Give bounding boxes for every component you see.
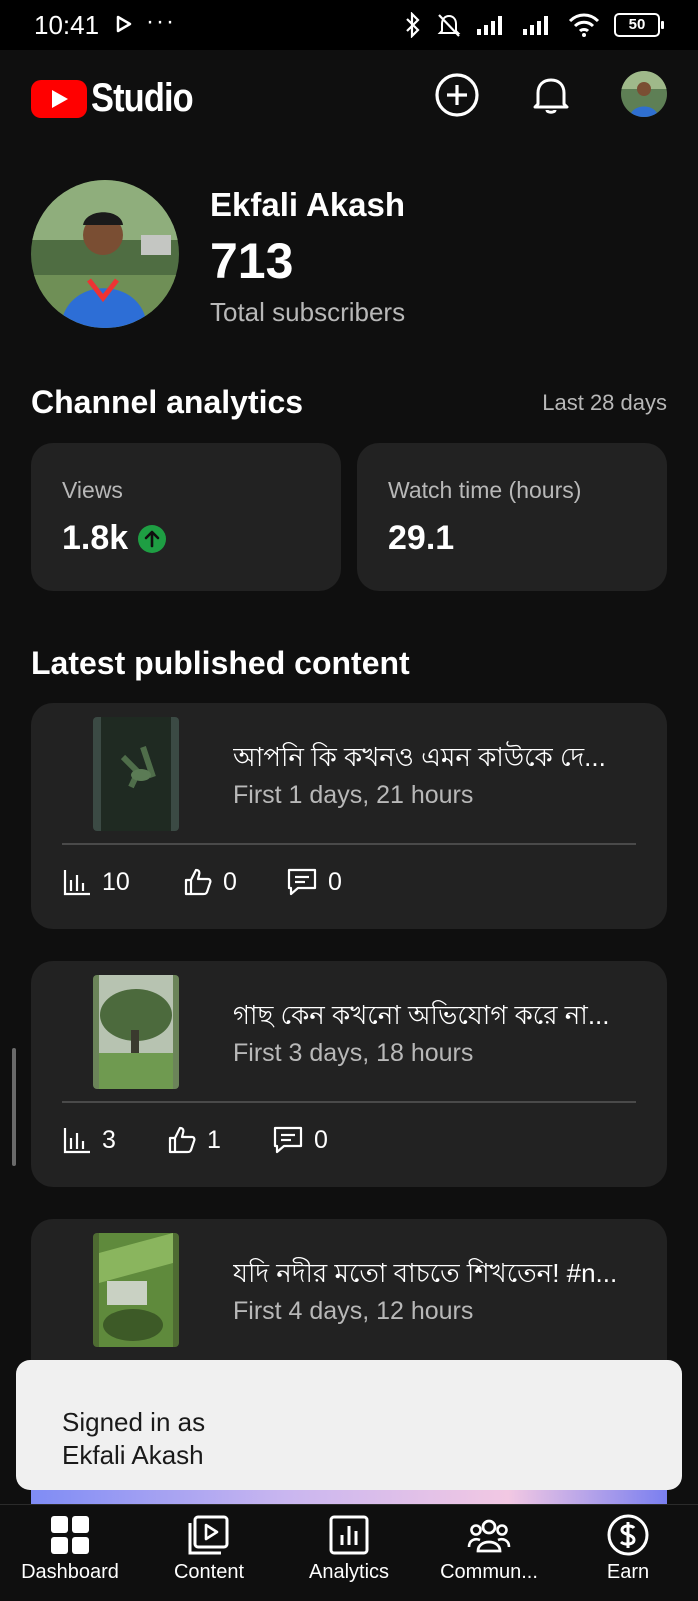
nav-dashboard[interactable]: Dashboard <box>0 1513 140 1584</box>
likes-metric: 1 <box>167 1125 221 1155</box>
video-thumbnail[interactable] <box>93 975 179 1089</box>
nav-content[interactable]: Content <box>139 1513 279 1584</box>
content-item[interactable]: আপনি কি কখনও এমন কাউকে দে... First 1 day… <box>31 703 667 929</box>
comment-icon <box>273 1126 303 1154</box>
comments-count: 0 <box>314 1125 328 1154</box>
content-title: গাছ কেন কখনো অভিযোগ করে না... <box>233 1000 610 1030</box>
content-age: First 3 days, 18 hours <box>233 1039 474 1067</box>
nav-earn[interactable]: Earn <box>558 1513 698 1584</box>
comments-metric: 0 <box>272 1125 328 1155</box>
watch-time-card[interactable]: Watch time (hours) 29.1 <box>357 443 667 591</box>
views-label: Views <box>62 477 123 503</box>
likes-count: 1 <box>207 1125 221 1154</box>
bottom-navigation: Dashboard Content Analytics Commun... Ea… <box>0 1504 698 1601</box>
toast-line-1: Signed in as <box>62 1407 206 1437</box>
comments-metric: 0 <box>286 867 342 897</box>
views-metric: 10 <box>62 867 130 897</box>
divider <box>62 1101 636 1103</box>
video-thumbnail[interactable] <box>93 1233 179 1347</box>
bar-chart-icon <box>63 870 90 896</box>
bluetooth-icon <box>406 12 420 38</box>
views-count: 10 <box>102 867 130 896</box>
subscriber-label: Total subscribers <box>210 297 406 327</box>
latest-content-title: Latest published content <box>31 645 410 681</box>
views-value: 1.8k <box>62 519 129 557</box>
content-item[interactable]: গাছ কেন কখনো অভিযোগ করে না... First 3 da… <box>31 961 667 1187</box>
views-count: 3 <box>102 1125 116 1154</box>
analytics-icon <box>329 1515 369 1555</box>
watch-time-number: 29.1 <box>388 519 455 557</box>
wifi-icon <box>568 13 600 37</box>
thumbs-up-icon <box>184 868 212 896</box>
status-more: ··· <box>146 8 176 35</box>
nav-label: Content <box>173 1561 245 1583</box>
logo-text: Studio <box>91 76 194 120</box>
promo-banner[interactable] <box>31 1490 667 1504</box>
video-thumbnail[interactable] <box>93 717 179 831</box>
youtube-logo-icon <box>31 79 87 118</box>
nav-community[interactable]: Commun... <box>419 1513 559 1584</box>
comments-count: 0 <box>328 867 342 896</box>
notification-bell-icon[interactable] <box>526 70 576 120</box>
battery-icon: 50 <box>614 13 664 37</box>
channel-avatar[interactable] <box>31 180 179 328</box>
content-age: First 4 days, 12 hours <box>233 1297 474 1325</box>
content-title: যদি নদীর মতো বাচতে শিখতেন! #n... <box>233 1258 618 1288</box>
mute-bell-icon <box>437 14 461 37</box>
content-age: First 1 days, 21 hours <box>233 781 474 809</box>
status-bar: 10:41 ··· 50 <box>0 0 698 50</box>
community-icon <box>467 1519 511 1553</box>
bar-chart-icon <box>63 1128 90 1154</box>
signal-icon <box>477 16 502 35</box>
nav-label: Dashboard <box>21 1561 119 1583</box>
channel-name: Ekfali Akash <box>210 186 406 223</box>
nav-label: Analytics <box>308 1561 390 1583</box>
trend-up-icon <box>138 524 167 553</box>
divider <box>62 843 636 845</box>
dollar-icon <box>607 1514 649 1556</box>
youtube-studio-logo[interactable]: Studio <box>31 76 209 121</box>
create-plus-icon[interactable] <box>432 70 482 120</box>
toast-line-2: Ekfali Akash <box>62 1440 204 1470</box>
watch-time-value: 29.1 <box>388 519 454 558</box>
subscriber-count: 713 <box>210 233 294 289</box>
comment-icon <box>287 868 317 896</box>
channel-analytics-title: Channel analytics <box>31 384 304 420</box>
signal-icon-2 <box>523 16 548 35</box>
watch-time-label: Watch time (hours) <box>388 477 582 503</box>
likes-count: 0 <box>223 867 237 896</box>
nav-analytics[interactable]: Analytics <box>279 1513 419 1584</box>
status-time: 10:41 <box>34 10 100 40</box>
account-avatar[interactable] <box>621 71 667 117</box>
content-icon <box>188 1515 229 1555</box>
app-header: Studio <box>0 50 698 140</box>
likes-metric: 0 <box>183 867 237 897</box>
media-play-icon <box>116 15 132 33</box>
scrollbar[interactable] <box>12 1048 16 1166</box>
signed-in-toast: Signed in as Ekfali Akash <box>16 1360 682 1490</box>
thumbs-up-icon <box>168 1126 196 1154</box>
analytics-range: Last 28 days <box>542 390 667 415</box>
nav-label: Earn <box>606 1561 650 1583</box>
content-title: আপনি কি কখনও এমন কাউকে দে... <box>233 742 606 772</box>
views-value-row: 1.8k <box>62 519 167 558</box>
views-card[interactable]: Views 1.8k <box>31 443 341 591</box>
views-metric: 3 <box>62 1125 116 1155</box>
dashboard-icon <box>51 1516 89 1554</box>
nav-label: Commun... <box>440 1561 538 1583</box>
